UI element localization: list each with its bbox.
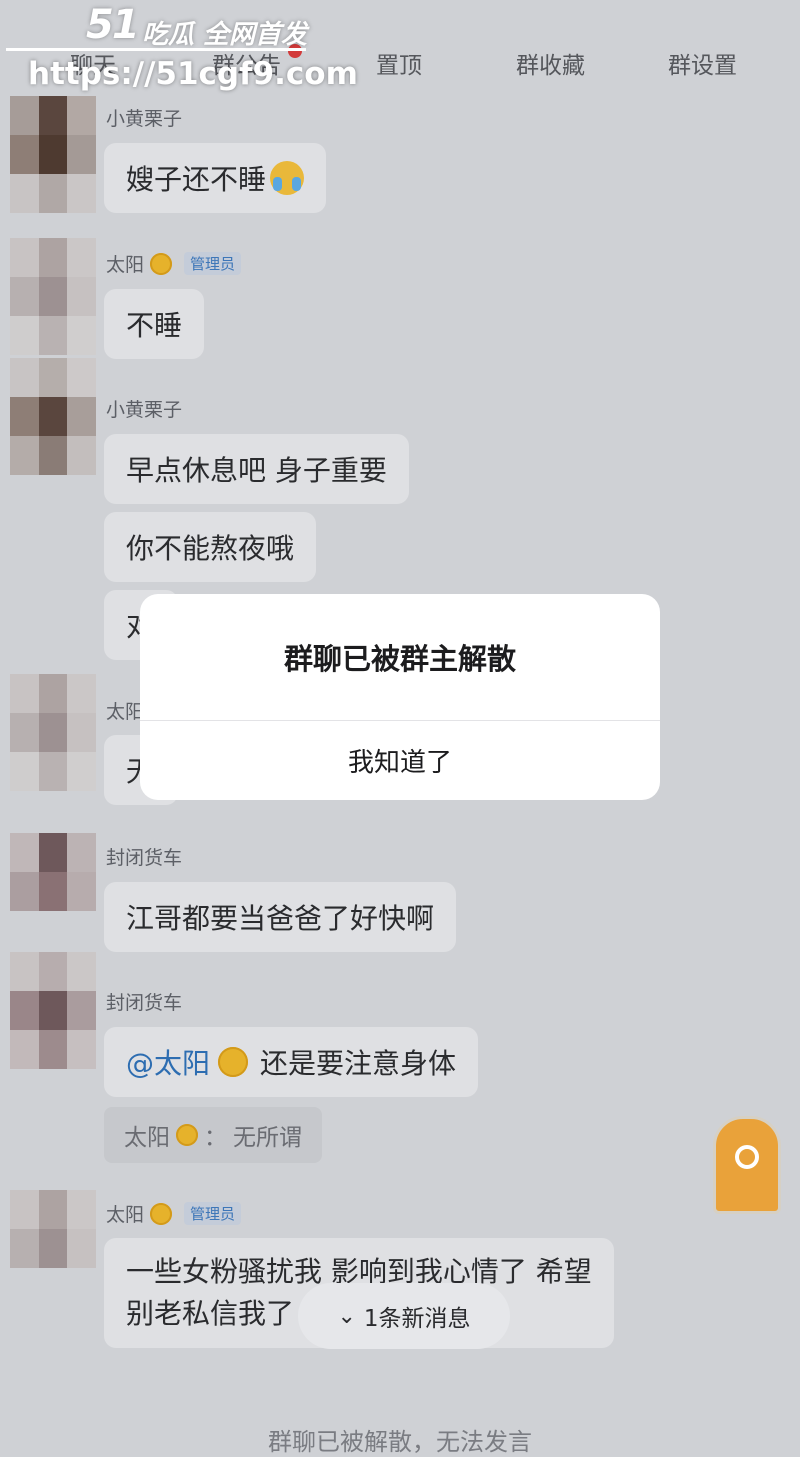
avatar[interactable] (10, 358, 96, 475)
sender-name: 小黄栗子 (106, 399, 183, 421)
avatar[interactable] (10, 1190, 96, 1268)
message-bubble[interactable]: 你不能熬夜哦 (104, 512, 317, 582)
avatar[interactable] (10, 96, 96, 213)
sender-name: 封闭货车 (106, 847, 183, 869)
watermark-logo: 51 (86, 2, 140, 48)
sender-name: 太阳 管理员 (106, 1200, 242, 1227)
avatar[interactable] (10, 238, 96, 355)
laughing-crying-icon (270, 161, 305, 195)
avatar[interactable] (10, 833, 96, 911)
message-bubble[interactable]: 嫂子还不睡 (104, 143, 327, 213)
disbanded-notice: 群聊已被解散，无法发言 (268, 1428, 532, 1456)
sun-icon (150, 1202, 173, 1225)
floating-door-icon[interactable] (713, 1116, 781, 1214)
sender-name: 太阳 管理员 (106, 250, 242, 277)
avatar[interactable] (10, 952, 96, 1069)
chevron-double-down-icon: ⌄ (337, 1303, 356, 1329)
alert-dialog: 群聊已被群主解散 我知道了 (140, 594, 660, 800)
mention-link[interactable]: @太阳 (126, 1042, 210, 1082)
dialog-title: 群聊已被群主解散 (283, 642, 516, 676)
acknowledge-button[interactable]: 我知道了 (140, 721, 660, 800)
message-bubble[interactable]: 早点休息吧 身子重要 (104, 434, 409, 504)
tab-settings[interactable]: 群设置 (668, 46, 737, 80)
message-bubble[interactable]: 不睡 (104, 289, 205, 359)
tab-favorites[interactable]: 群收藏 (516, 46, 585, 80)
admin-badge: 管理员 (184, 1202, 242, 1225)
tab-pinned[interactable]: 置顶 (376, 46, 422, 80)
new-messages-button[interactable]: ⌄ 1条新消息 (298, 1283, 510, 1349)
admin-badge: 管理员 (184, 252, 242, 275)
sun-icon (150, 252, 173, 275)
sender-name: 封闭货车 (106, 992, 183, 1014)
message-bubble[interactable]: @太阳 还是要注意身体 (104, 1027, 479, 1097)
message-bubble[interactable]: 江哥都要当爸爸了好快啊 (104, 882, 457, 952)
watermark-url: https://51cgf9.com (28, 56, 358, 92)
avatar[interactable] (10, 674, 96, 791)
reply-quote[interactable]: 太阳 ： 无所谓 (104, 1107, 322, 1163)
sun-icon (176, 1124, 198, 1146)
sender-name: 太阳 (106, 701, 145, 723)
sender-name: 小黄栗子 (106, 108, 183, 130)
sun-icon (218, 1047, 249, 1077)
watermark-tagline: 吃瓜 全网首发 (142, 20, 308, 50)
